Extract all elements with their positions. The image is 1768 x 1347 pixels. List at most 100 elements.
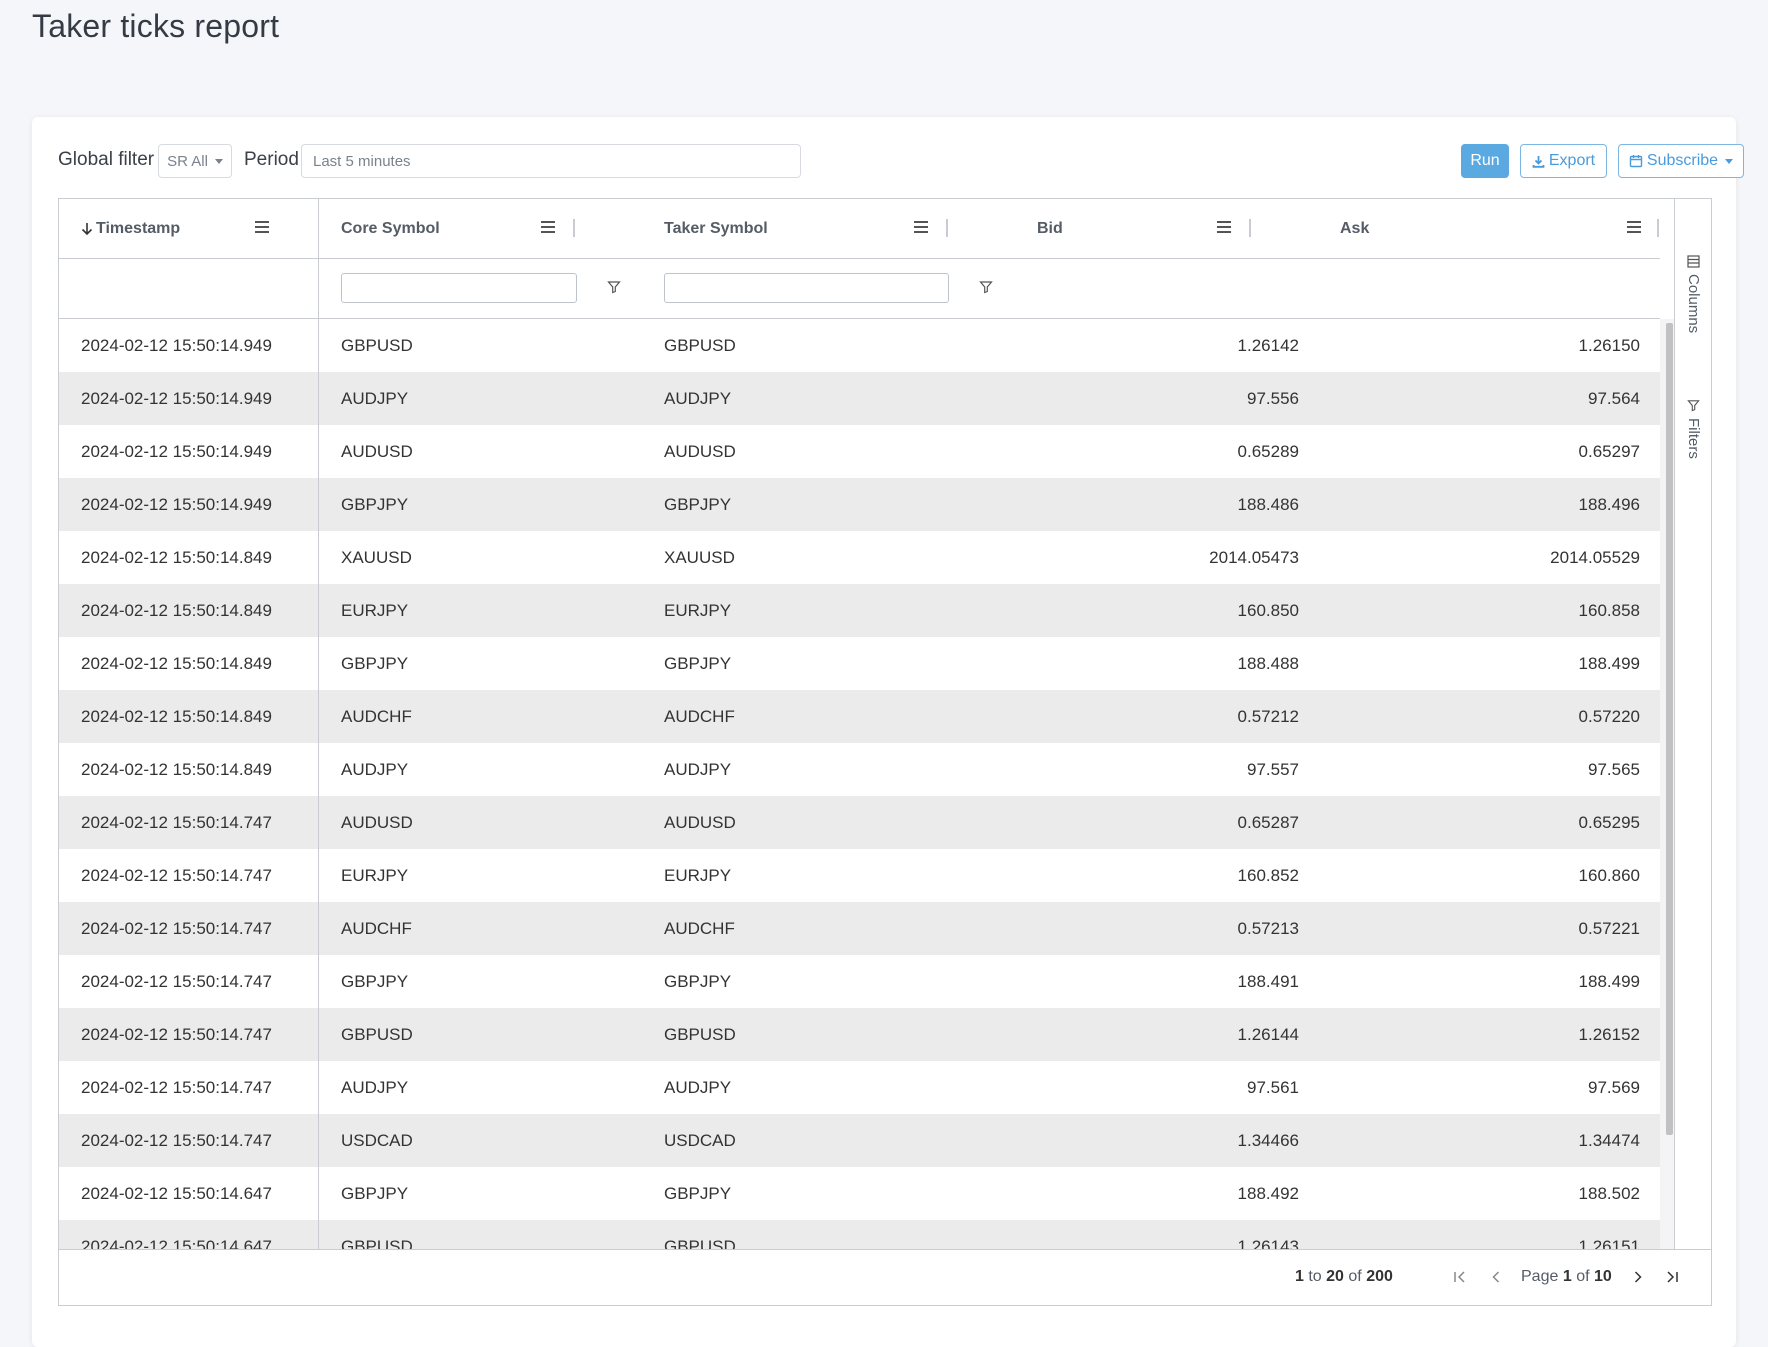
row-range-of-word: of xyxy=(1348,1268,1362,1285)
timestamp-cell: 2024-02-12 15:50:14.849 xyxy=(81,653,272,673)
table-row[interactable]: 2024-02-12 15:50:14.949 GBPUSD GBPUSD 1.261… xyxy=(59,319,1660,372)
taker-symbol-cell: GBPJPY xyxy=(664,494,732,514)
side-tab-filters[interactable]: Filters xyxy=(1685,399,1702,459)
taker-symbol-cell: EURJPY xyxy=(664,600,732,620)
subscribe-button[interactable]: Subscribe xyxy=(1618,144,1744,178)
period-input[interactable]: Last 5 minutes xyxy=(301,144,801,178)
table-row[interactable]: 2024-02-12 15:50:14.747 GBPJPY GBPJPY 188.4… xyxy=(59,955,1660,1008)
page-total: 10 xyxy=(1593,1268,1612,1285)
timestamp-cell: 2024-02-12 15:50:14.747 xyxy=(81,865,272,885)
column-resize-handle[interactable] xyxy=(946,219,948,237)
bid-cell: 188.491 xyxy=(1237,971,1299,991)
last-page-icon[interactable] xyxy=(1665,1269,1679,1285)
previous-page-icon[interactable] xyxy=(1489,1269,1503,1285)
table-row[interactable]: 2024-02-12 15:50:14.849 XAUUSD XAUUSD 2014.… xyxy=(59,531,1660,584)
bid-cell: 188.492 xyxy=(1237,1183,1299,1203)
core-symbol-cell: AUDUSD xyxy=(341,441,413,461)
timestamp-cell: 2024-02-12 15:50:14.849 xyxy=(81,600,272,620)
column-menu-icon[interactable] xyxy=(914,221,928,233)
export-button[interactable]: Export xyxy=(1520,144,1607,178)
ask-cell: 97.565 xyxy=(1588,759,1640,779)
table-row[interactable]: 2024-02-12 15:50:14.949 AUDUSD AUDUSD 0.652… xyxy=(59,425,1660,478)
table-row[interactable]: 2024-02-12 15:50:14.747 USDCAD USDCAD 1.344… xyxy=(59,1114,1660,1167)
column-menu-icon[interactable] xyxy=(1627,221,1641,233)
timestamp-cell: 2024-02-12 15:50:14.949 xyxy=(81,388,272,408)
column-menu-icon[interactable] xyxy=(541,221,555,233)
timestamp-cell: 2024-02-12 15:50:14.949 xyxy=(81,494,272,514)
table-row[interactable]: 2024-02-12 15:50:14.647 GBPUSD GBPUSD 1.261… xyxy=(59,1220,1660,1249)
grid-body: 2024-02-12 15:50:14.949 GBPUSD GBPUSD 1.261… xyxy=(59,319,1660,1249)
columns-icon xyxy=(1687,255,1700,268)
filter-row xyxy=(59,259,1660,319)
bid-cell: 2014.05473 xyxy=(1209,547,1299,567)
row-range-to: 20 xyxy=(1326,1268,1344,1285)
core-symbol-cell: AUDJPY xyxy=(341,388,409,408)
core-symbol-cell: AUDJPY xyxy=(341,759,409,779)
taker-symbol-cell: USDCAD xyxy=(664,1130,736,1150)
global-filter-label: Global filter xyxy=(58,149,155,170)
filter-icon[interactable] xyxy=(979,280,993,294)
table-row[interactable]: 2024-02-12 15:50:14.747 AUDJPY AUDJPY 97.56… xyxy=(59,1061,1660,1114)
bid-cell: 188.488 xyxy=(1237,653,1299,673)
first-page-icon[interactable] xyxy=(1453,1269,1467,1285)
run-button[interactable]: Run xyxy=(1461,144,1509,178)
column-header-label: Taker Symbol xyxy=(664,219,768,237)
column-resize-handle[interactable] xyxy=(1249,219,1251,237)
timestamp-cell: 2024-02-12 15:50:14.747 xyxy=(81,812,272,832)
table-row[interactable]: 2024-02-12 15:50:14.747 EURJPY EURJPY 160.8… xyxy=(59,849,1660,902)
timestamp-cell: 2024-02-12 15:50:14.747 xyxy=(81,1024,272,1044)
ask-cell: 1.26150 xyxy=(1578,335,1640,355)
table-row[interactable]: 2024-02-12 15:50:14.849 GBPJPY GBPJPY 188.4… xyxy=(59,637,1660,690)
column-header-label: Timestamp xyxy=(96,219,181,237)
column-header-core-symbol[interactable]: Core Symbol xyxy=(341,199,440,258)
ask-cell: 188.499 xyxy=(1578,971,1640,991)
table-row[interactable]: 2024-02-12 15:50:14.949 GBPJPY GBPJPY 188.4… xyxy=(59,478,1660,531)
ask-cell: 97.564 xyxy=(1588,388,1640,408)
filter-icon[interactable] xyxy=(607,280,621,294)
ask-cell: 188.499 xyxy=(1578,653,1640,673)
bid-cell: 1.26142 xyxy=(1237,335,1299,355)
column-resize-handle[interactable] xyxy=(1657,219,1659,237)
table-row[interactable]: 2024-02-12 15:50:14.747 AUDCHF AUDCHF 0.572… xyxy=(59,902,1660,955)
column-header-label: Ask xyxy=(1340,219,1370,237)
scrollbar-thumb[interactable] xyxy=(1666,323,1673,1135)
pagination-bar: 1 to 20 of 200 Page 1 of 10 xyxy=(59,1249,1711,1305)
column-header-bid[interactable]: Bid xyxy=(1037,199,1063,258)
ask-cell: 188.502 xyxy=(1578,1183,1640,1203)
core-symbol-cell: EURJPY xyxy=(341,865,409,885)
taker-symbol-cell: AUDJPY xyxy=(664,388,732,408)
taker-symbol-cell: AUDCHF xyxy=(664,918,735,938)
bid-cell: 0.57212 xyxy=(1237,706,1299,726)
download-icon xyxy=(1532,155,1545,168)
table-row[interactable]: 2024-02-12 15:50:14.747 GBPUSD GBPUSD 1.261… xyxy=(59,1008,1660,1061)
table-row[interactable]: 2024-02-12 15:50:14.747 AUDUSD AUDUSD 0.652… xyxy=(59,796,1660,849)
global-filter-dropdown[interactable]: SR All xyxy=(158,144,232,178)
column-menu-icon[interactable] xyxy=(1217,221,1231,233)
column-menu-icon[interactable] xyxy=(255,221,269,233)
taker-symbol-cell: GBPUSD xyxy=(664,1236,736,1250)
table-row[interactable]: 2024-02-12 15:50:14.849 AUDCHF AUDCHF 0.572… xyxy=(59,690,1660,743)
core-symbol-cell: AUDUSD xyxy=(341,812,413,832)
column-header-taker-symbol[interactable]: Taker Symbol xyxy=(664,199,768,258)
next-page-icon[interactable] xyxy=(1631,1269,1645,1285)
bid-cell: 160.852 xyxy=(1237,865,1299,885)
column-header-label: Core Symbol xyxy=(341,219,440,237)
table-row[interactable]: 2024-02-12 15:50:14.949 AUDJPY AUDJPY 97.55… xyxy=(59,372,1660,425)
taker-symbol-cell: GBPJPY xyxy=(664,653,732,673)
column-resize-handle[interactable] xyxy=(573,219,575,237)
table-row[interactable]: 2024-02-12 15:50:14.647 GBPJPY GBPJPY 188.4… xyxy=(59,1167,1660,1220)
core-symbol-cell: GBPJPY xyxy=(341,971,409,991)
core-symbol-cell: GBPJPY xyxy=(341,1183,409,1203)
table-row[interactable]: 2024-02-12 15:50:14.849 AUDJPY AUDJPY 97.55… xyxy=(59,743,1660,796)
ask-cell: 2014.05529 xyxy=(1550,547,1640,567)
bid-cell: 1.26143 xyxy=(1237,1236,1299,1250)
column-header-timestamp[interactable]: Timestamp xyxy=(81,199,180,258)
table-row[interactable]: 2024-02-12 15:50:14.849 EURJPY EURJPY 160.8… xyxy=(59,584,1660,637)
timestamp-cell: 2024-02-12 15:50:14.849 xyxy=(81,706,272,726)
side-tab-columns[interactable]: Columns xyxy=(1685,255,1702,333)
core-symbol-filter-input[interactable] xyxy=(341,273,577,303)
column-header-ask[interactable]: Ask xyxy=(1340,199,1369,258)
page-indicator: Page 1 of 10 xyxy=(1521,1268,1612,1286)
timestamp-cell: 2024-02-12 15:50:14.949 xyxy=(81,335,272,355)
taker-symbol-filter-input[interactable] xyxy=(664,273,949,303)
